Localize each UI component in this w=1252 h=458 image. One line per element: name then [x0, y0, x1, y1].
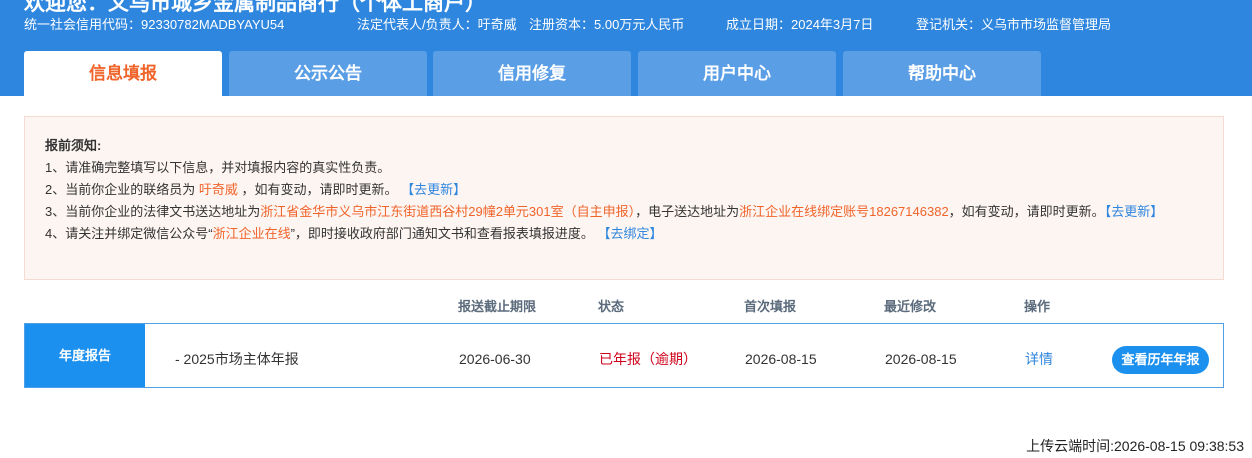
report-table-header: 报送截止期限 状态 首次填报 最近修改 操作	[24, 290, 1224, 320]
annual-report-label: 年度报告	[25, 324, 145, 387]
first-report-date: 2026-08-15	[745, 351, 817, 367]
notice-line-4: 4、请关注并绑定微信公众号“浙江企业在线”，即时接收政府部门通知文书和查看报表填…	[45, 226, 663, 241]
last-modified-date: 2026-08-15	[885, 351, 957, 367]
registered-capital: 注册资本：5.00万元人民币	[529, 17, 685, 32]
table-row: 年度报告 - 2025市场主体年报 2026-06-30 已年报（逾期） 202…	[24, 323, 1224, 388]
report-deadline: 2026-06-30	[459, 351, 531, 367]
tab-public-notice[interactable]: 公示公告	[229, 51, 427, 96]
legal-representative: 法定代表人/负责人：吁奇威	[357, 17, 517, 32]
tab-help-center[interactable]: 帮助中心	[843, 51, 1041, 96]
view-history-reports-button[interactable]: 查看历年年报	[1112, 346, 1209, 374]
detail-link[interactable]: 详情	[1025, 324, 1053, 387]
upload-time: 上传云端时间:2026-08-15 09:38:53	[1026, 438, 1244, 454]
update-address-link[interactable]: 【去更新】	[1105, 204, 1164, 219]
notice-title: 报前须知:	[45, 138, 102, 153]
registration-authority: 登记机关：义乌市市场监督管理局	[916, 17, 1112, 32]
liaison-name: 吁奇威	[198, 182, 238, 197]
establish-date: 成立日期：2024年3月7日	[726, 17, 874, 32]
tab-info-report[interactable]: 信息填报	[24, 51, 222, 96]
update-liaison-link[interactable]: 【去更新】	[401, 182, 466, 197]
report-name: - 2025市场主体年报	[175, 351, 299, 367]
notice-line-3: 3、当前你企业的法律文书送达地址为浙江省金华市义乌市江东街道西谷村29幢2单元3…	[45, 204, 1164, 219]
header-status: 状态	[598, 299, 625, 314]
header-last-modified: 最近修改	[884, 299, 937, 314]
pre-report-notice: 报前须知: 1、请准确完整填写以下信息，并对填报内容的真实性负责。 2、当前你企…	[24, 116, 1224, 280]
notice-line-1: 1、请准确完整填写以下信息，并对填报内容的真实性负责。	[45, 160, 391, 175]
wechat-account-name: 浙江企业在线	[212, 226, 291, 241]
electronic-address: 浙江企业在线绑定账号18267146382	[739, 204, 949, 219]
bind-wechat-link[interactable]: 【去绑定】	[598, 226, 663, 241]
tab-credit-repair[interactable]: 信用修复	[433, 51, 631, 96]
credit-code: 统一社会信用代码：92330782MADBYAYU54	[24, 17, 285, 32]
header-first-report: 首次填报	[744, 299, 797, 314]
notice-line-2: 2、当前你企业的联络员为 吁奇威 ，如有变动，请即时更新。 【去更新】	[45, 182, 467, 197]
header: 欢迎您：义乌市城乡金属制品商行（个体工商户） 统一社会信用代码：92330782…	[0, 0, 1252, 96]
tab-user-center[interactable]: 用户中心	[638, 51, 836, 96]
report-status: 已年报（逾期）	[599, 351, 697, 367]
legal-address: 浙江省金华市义乌市江东街道西谷村29幢2单元301室（自主申报）	[260, 204, 636, 219]
header-action: 操作	[1024, 299, 1051, 314]
header-deadline: 报送截止期限	[458, 299, 537, 314]
